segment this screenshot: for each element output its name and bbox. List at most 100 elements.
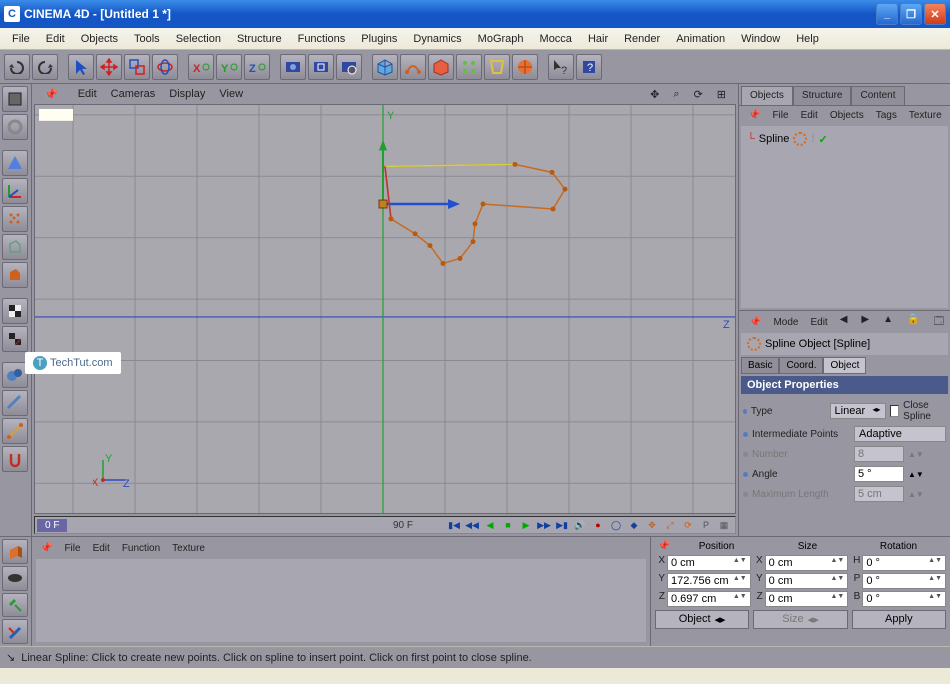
apply-button[interactable]: Apply [852,610,946,629]
tab-structure[interactable]: Structure [793,86,852,105]
pos-y-input[interactable]: 172.756 cm▲▼ [667,573,751,589]
menu-structure[interactable]: Structure [229,29,290,49]
viewport-menu-cameras[interactable]: Cameras [105,86,162,102]
nav-back-icon[interactable]: ◀ [834,312,854,333]
add-nurbs-button[interactable] [428,54,454,80]
record-button[interactable]: ● [589,517,607,533]
menu-objects[interactable]: Objects [73,29,126,49]
menu-plugins[interactable]: Plugins [353,29,405,49]
key-pla-button[interactable]: ▦ [715,517,733,533]
header-position[interactable]: Position [671,541,762,552]
edges-button[interactable] [2,234,28,260]
key-rot-button[interactable]: ⟳ [679,517,697,533]
objmgr-file[interactable]: File [767,108,793,123]
points-button[interactable] [2,206,28,232]
next-key-button[interactable]: ▶▶ [535,517,553,533]
attrmgr-edit[interactable]: Edit [804,315,833,330]
minimize-button[interactable]: _ [876,3,898,25]
object-tree[interactable]: └ Spline ⁞ ✓ [741,126,948,308]
materials-area[interactable] [36,559,646,642]
help-pointer-button[interactable]: ? [548,54,574,80]
add-scene-button[interactable] [512,54,538,80]
key-param-button[interactable]: P [697,517,715,533]
pos-z-input[interactable]: 0.697 cm▲▼ [667,591,751,607]
menu-mocca[interactable]: Mocca [532,29,580,49]
anim-dot[interactable] [743,432,748,437]
sound-button[interactable]: 🔊 [571,517,589,533]
tab-content[interactable]: Content [851,86,904,105]
maximize-button[interactable]: ❐ [900,3,922,25]
prev-key-button[interactable]: ◀◀ [463,517,481,533]
close-spline-checkbox[interactable] [890,405,900,417]
extrude-tool[interactable] [2,539,28,564]
close-hole-tool[interactable] [2,619,28,644]
render-settings-button[interactable] [336,54,362,80]
viewport-layout-icon[interactable]: ⊞ [711,86,732,103]
optimize-tool[interactable] [2,593,28,618]
objmgr-objects[interactable]: Objects [825,108,869,123]
edge-spline-button[interactable] [2,418,28,444]
snap-button[interactable] [2,446,28,472]
intermediate-dropdown[interactable]: Adaptive [854,426,946,442]
tab-coord[interactable]: Coord. [779,357,823,374]
goto-start-button[interactable]: ▮◀ [445,517,463,533]
render-active-button[interactable] [308,54,334,80]
mat-file[interactable]: File [58,541,86,556]
tab-object[interactable]: Object [823,357,866,374]
timeline[interactable]: 0 F 90 F ▮◀ ◀◀ ◀ ■ ▶ ▶▶ ▶▮ 🔊 ● ◯ ◆ ✥ ⤢ ⟳… [34,516,736,534]
polygons-button[interactable] [2,262,28,288]
viewport-menu-view[interactable]: View [213,86,249,102]
add-spline-button[interactable] [400,54,426,80]
undo-button[interactable] [4,54,30,80]
texture-axis-button[interactable] [2,326,28,352]
mat-edit[interactable]: Edit [87,541,116,556]
viewport-menu-display[interactable]: Display [163,86,211,102]
mat-texture[interactable]: Texture [166,541,211,556]
texture-mode-button[interactable] [2,298,28,324]
size-x-input[interactable]: 0 cm▲▼ [765,555,849,571]
menu-file[interactable]: File [4,29,38,49]
objmgr-texture[interactable]: Texture [904,108,947,123]
viewport-menu-edit[interactable]: Edit [72,86,103,102]
key-scale-button[interactable]: ⤢ [661,517,679,533]
size-y-input[interactable]: 0 cm▲▼ [765,573,849,589]
visibility-check-icon[interactable]: ✓ [818,133,827,146]
redo-button[interactable] [32,54,58,80]
add-primitive-button[interactable] [372,54,398,80]
play-back-button[interactable]: ◀ [481,517,499,533]
menu-functions[interactable]: Functions [290,29,354,49]
x-axis-lock[interactable]: X [188,54,214,80]
menu-dynamics[interactable]: Dynamics [405,29,469,49]
rotate-tool[interactable] [152,54,178,80]
menu-tools[interactable]: Tools [126,29,168,49]
autokey-button[interactable]: ◯ [607,517,625,533]
lock-icon[interactable]: 🔒 [901,312,925,333]
pin-icon[interactable]: 📌 [743,315,767,330]
current-frame[interactable]: 0 F [37,519,67,532]
menu-hair[interactable]: Hair [580,29,616,49]
pin-icon[interactable]: 📌 [34,541,58,556]
anim-dot[interactable] [743,409,747,414]
nav-fwd-icon[interactable]: ▶ [855,312,875,333]
y-axis-lock[interactable]: Y [216,54,242,80]
object-axis-button[interactable] [2,114,28,140]
nav-up-icon[interactable]: ▲ [877,312,899,333]
viewport-pan-icon[interactable]: ✥ [644,86,665,103]
tab-objects[interactable]: Objects [741,86,793,105]
z-axis-lock[interactable]: Z [244,54,270,80]
axis-tool-button[interactable] [2,178,28,204]
size-z-input[interactable]: 0 cm▲▼ [765,591,849,607]
viewport-zoom-icon[interactable]: ⌕ [667,86,685,103]
menu-edit[interactable]: Edit [38,29,73,49]
select-tool[interactable] [68,54,94,80]
pos-x-input[interactable]: 0 cm▲▼ [667,555,751,571]
anim-dot[interactable] [743,472,748,477]
menu-selection[interactable]: Selection [168,29,229,49]
make-editable-button[interactable] [2,390,28,416]
point-mode-button[interactable] [2,150,28,176]
play-button[interactable]: ▶ [517,517,535,533]
new-window-icon[interactable]: 🗔 [927,312,950,333]
rot-b-input[interactable]: 0 °▲▼ [862,591,946,607]
rot-p-input[interactable]: 0 °▲▼ [862,573,946,589]
pin-icon[interactable]: 📌 [38,86,64,103]
